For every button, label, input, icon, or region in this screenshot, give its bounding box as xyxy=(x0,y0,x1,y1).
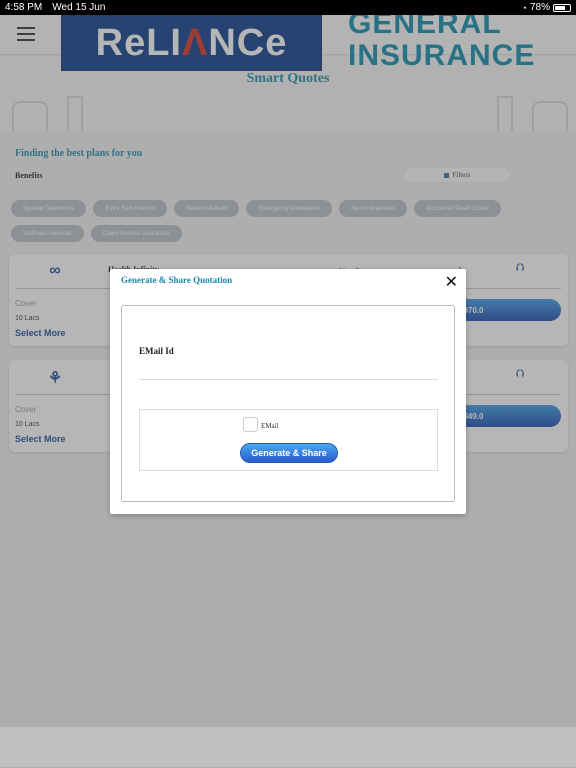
modal-content-box: EMail Id EMail Generate & Share xyxy=(121,305,455,502)
modal-title: Generate & Share Quotation xyxy=(121,275,233,285)
generate-share-button[interactable]: Generate & Share xyxy=(240,443,338,463)
battery-icon xyxy=(553,3,571,12)
email-checkbox-label: EMail xyxy=(261,422,279,430)
email-label: EMail Id xyxy=(139,346,174,356)
email-checkbox[interactable] xyxy=(243,417,258,432)
share-quotation-modal: Generate & Share Quotation ✕ EMail Id EM… xyxy=(110,269,466,514)
status-time: 4:58 PM xyxy=(5,2,43,13)
close-icon[interactable]: ✕ xyxy=(445,272,458,292)
screen: 4:58 PM Wed 15 Jun ◔ 78% ReLI Λ NCe GENERA… xyxy=(0,0,576,768)
status-date: Wed 15 Jun xyxy=(52,2,106,13)
battery-percent: 78% xyxy=(529,2,550,13)
share-options-box: EMail Generate & Share xyxy=(139,409,438,471)
status-right: ◔ 78% xyxy=(522,2,571,13)
status-bar: 4:58 PM Wed 15 Jun ◔ 78% xyxy=(0,0,576,15)
wifi-icon: ◔ xyxy=(521,2,527,13)
email-input[interactable] xyxy=(139,364,438,380)
bottom-bar xyxy=(0,727,576,767)
